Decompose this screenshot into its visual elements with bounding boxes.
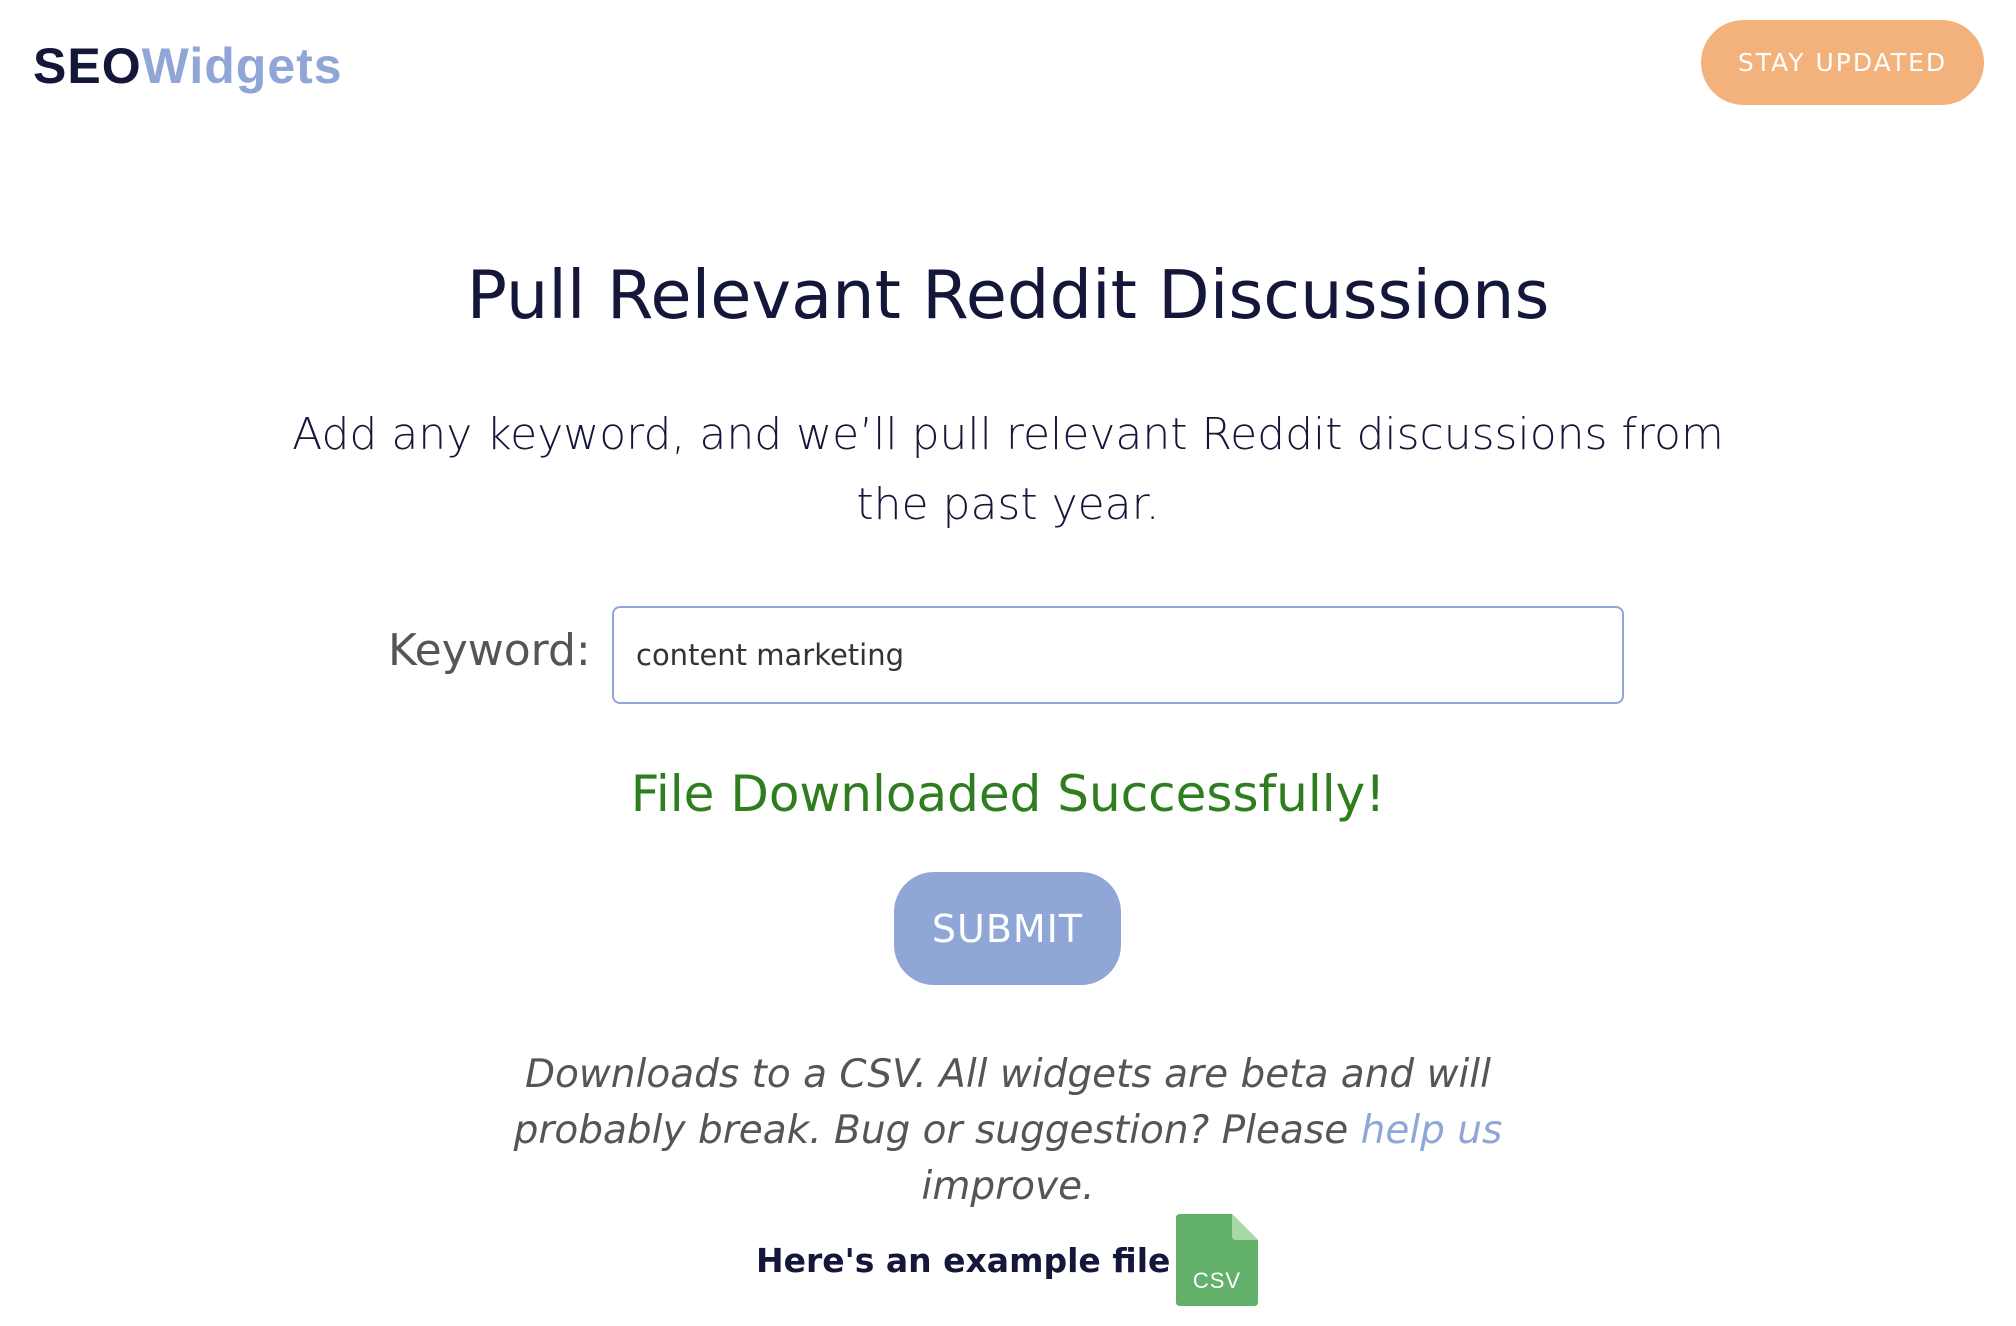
stay-updated-button[interactable]: STAY UPDATED bbox=[1701, 20, 1984, 105]
page-subtitle: Add any keyword, and we’ll pull relevant… bbox=[292, 409, 1724, 530]
help-us-link[interactable]: help us bbox=[1361, 1108, 1503, 1153]
csv-file-icon[interactable]: CSV bbox=[1176, 1214, 1258, 1306]
keyword-input[interactable] bbox=[612, 606, 1624, 704]
site-logo[interactable]: SEOWidgets bbox=[33, 38, 343, 94]
logo-seo-text: SEO bbox=[33, 38, 142, 94]
success-message: File Downloaded Successfully! bbox=[630, 765, 1386, 823]
footer-note-text-after: improve. bbox=[921, 1164, 1095, 1209]
logo-widgets-text: Widgets bbox=[141, 38, 343, 94]
csv-icon-label: CSV bbox=[1192, 1268, 1242, 1293]
footer-note: Downloads to a CSV. All widgets are beta… bbox=[470, 1047, 1546, 1215]
keyword-label: Keyword: bbox=[388, 625, 591, 676]
footer-note-text-before: Downloads to a CSV. All widgets are beta… bbox=[513, 1052, 1491, 1153]
page-title: Pull Relevant Reddit Discussions bbox=[466, 256, 1550, 334]
submit-button[interactable]: SUBMIT bbox=[894, 872, 1121, 985]
example-file-label: Here's an example file → bbox=[756, 1241, 1210, 1280]
